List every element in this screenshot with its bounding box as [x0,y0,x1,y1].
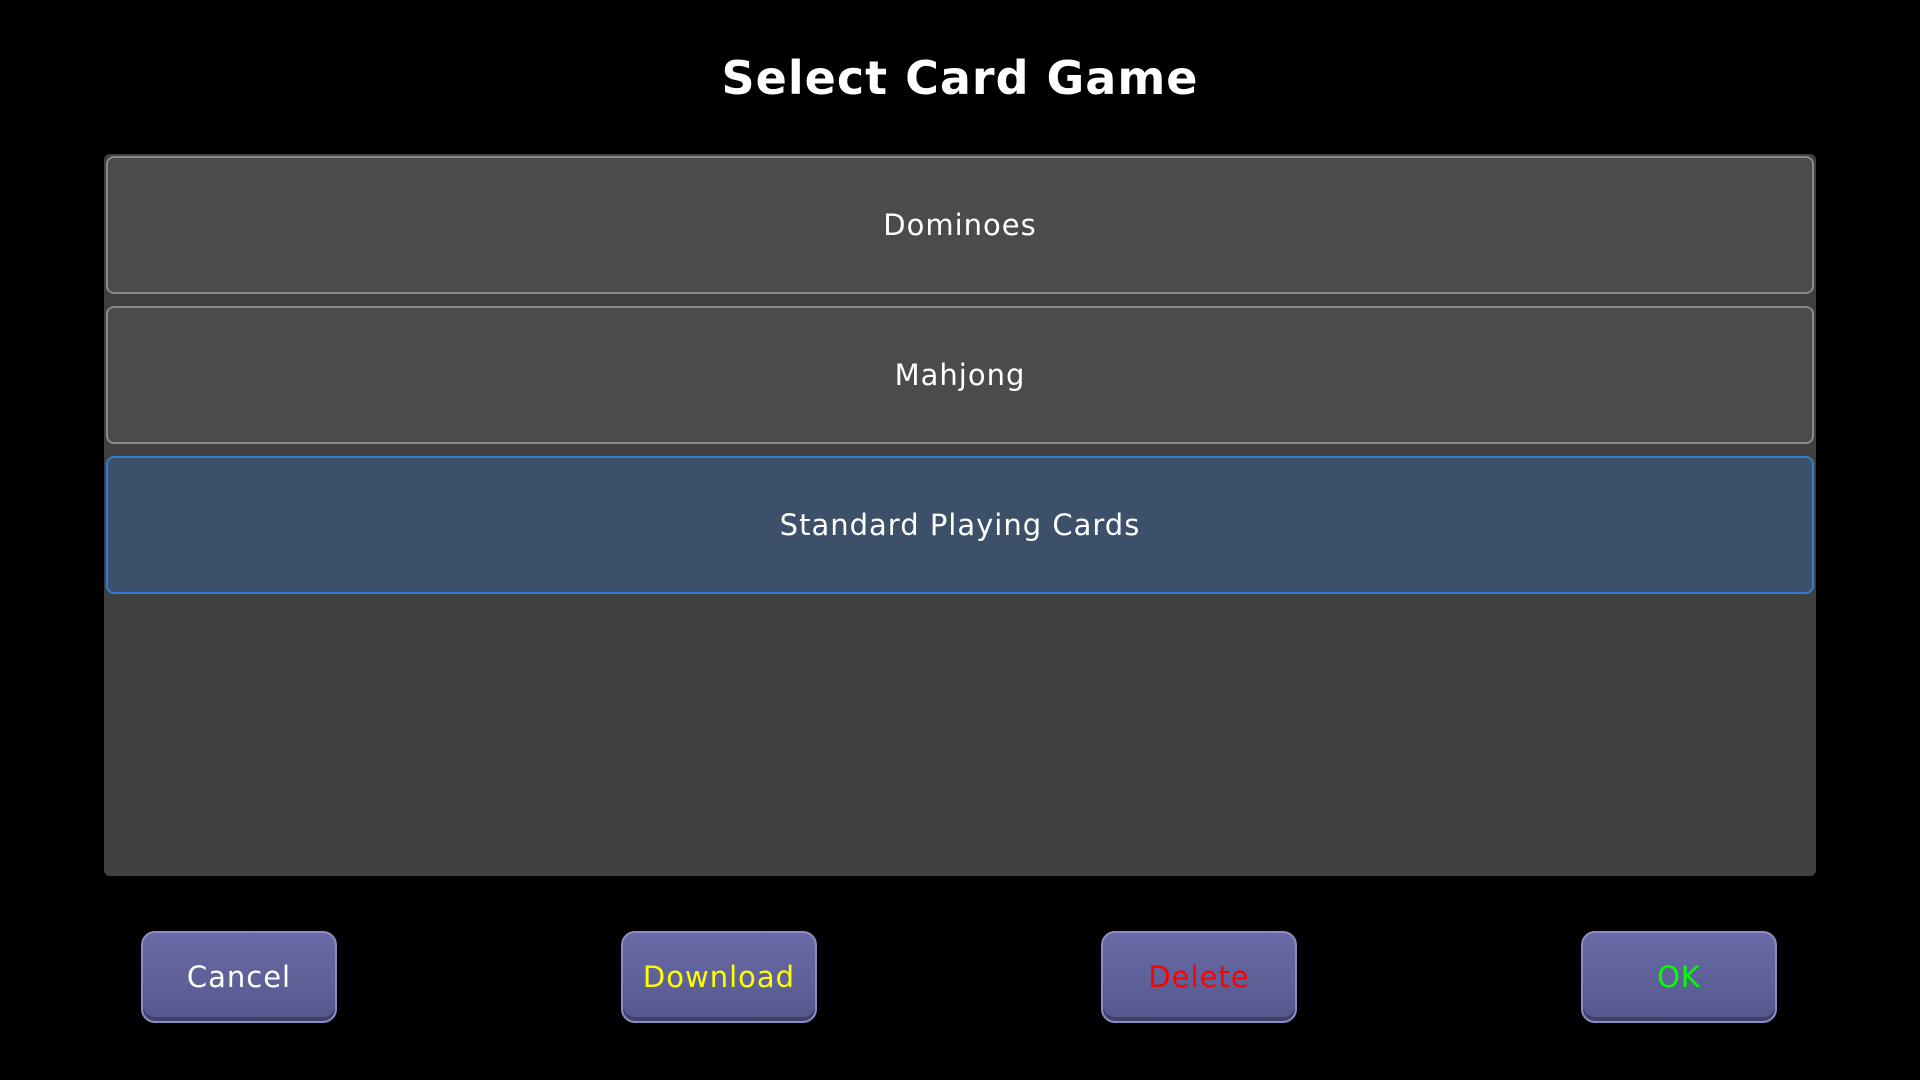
ok-button[interactable]: OK [1581,931,1777,1023]
list-item-standard-playing-cards[interactable]: Standard Playing Cards [106,456,1814,594]
download-button-label: Download [642,960,796,994]
list-item-label: Standard Playing Cards [779,508,1141,542]
ok-button-label: OK [1657,960,1701,994]
list-item-mahjong[interactable]: Mahjong [106,306,1814,444]
cancel-button[interactable]: Cancel [141,931,337,1023]
list-item-label: Mahjong [894,358,1026,392]
cancel-button-label: Cancel [186,960,292,994]
dialog-title: Select Card Game [721,51,1199,105]
delete-button[interactable]: Delete [1101,931,1297,1023]
download-button[interactable]: Download [621,931,817,1023]
delete-button-label: Delete [1148,960,1250,994]
card-game-list[interactable]: Dominoes Mahjong Standard Playing Cards [104,154,1816,876]
select-card-game-dialog: Select Card Game Dominoes Mahjong Standa… [0,0,1920,1080]
list-item-label: Dominoes [883,208,1037,242]
list-item-dominoes[interactable]: Dominoes [106,156,1814,294]
